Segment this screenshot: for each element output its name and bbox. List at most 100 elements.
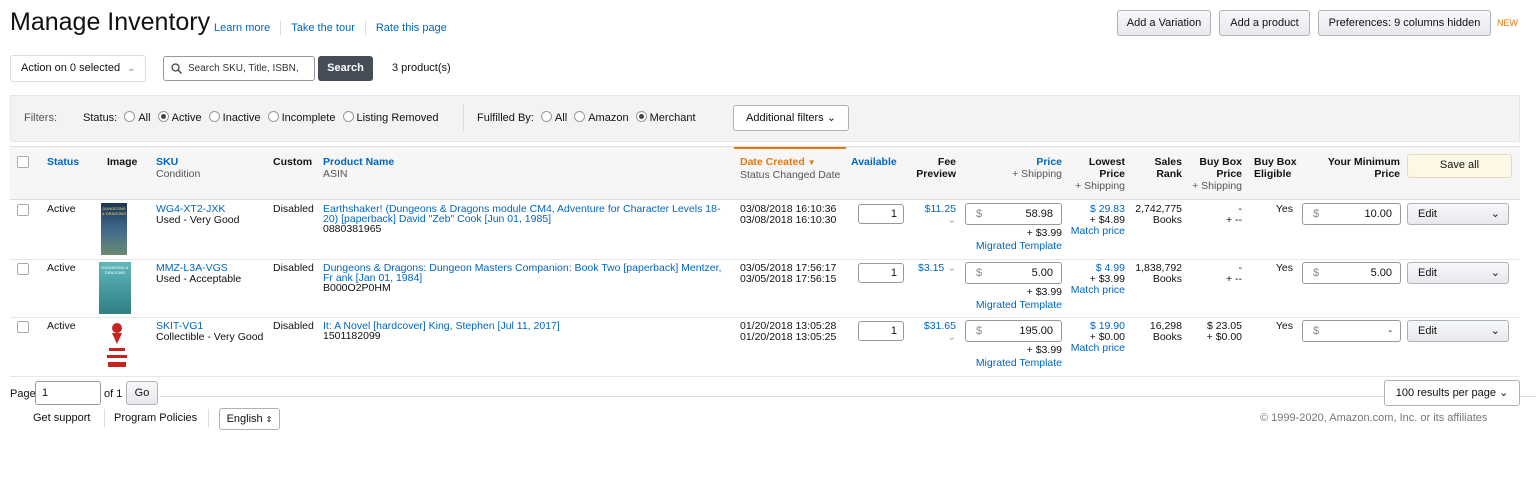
row-checkbox[interactable] <box>17 321 29 333</box>
chevron-down-icon[interactable]: ⌄ <box>947 262 956 274</box>
status-active[interactable]: Active <box>172 112 202 124</box>
page-label: Page <box>10 388 36 400</box>
min-price-value: 5.00 <box>1370 267 1392 279</box>
min-price-value: - <box>1388 325 1392 337</box>
radio-icon[interactable] <box>208 111 220 122</box>
go-button[interactable]: Go <box>126 381 158 405</box>
add-product-button[interactable]: Add a product <box>1219 10 1310 36</box>
available-input[interactable]: 1 <box>858 263 904 283</box>
col-available[interactable]: Available <box>851 156 897 168</box>
chevron-down-icon[interactable]: ⌄ <box>947 331 956 343</box>
results-per-page-select[interactable]: 100 results per page ⌄ <box>1384 380 1520 406</box>
product-thumbnail[interactable] <box>103 320 131 372</box>
radio-icon[interactable] <box>342 111 354 122</box>
edit-label: Edit <box>1418 208 1437 220</box>
col-product-name[interactable]: Product Name <box>323 156 394 168</box>
col-lowest-shipping: + Shipping <box>1075 180 1125 192</box>
row-checkbox[interactable] <box>17 204 29 216</box>
fulfilled-all[interactable]: All <box>555 112 567 124</box>
chevron-down-icon: ⌄ <box>1490 267 1500 279</box>
available-input[interactable]: 1 <box>858 204 904 224</box>
search-button[interactable]: Search <box>318 56 373 81</box>
currency-symbol: $ <box>1313 325 1320 337</box>
row-condition: Used - Acceptable <box>156 273 242 285</box>
price-value: 5.00 <box>1031 267 1053 279</box>
row-shipping: + $3.99 <box>1026 344 1062 356</box>
radio-icon[interactable] <box>124 111 136 122</box>
page-of-label: of 1 <box>104 388 123 400</box>
select-all-checkbox[interactable] <box>17 156 29 168</box>
row-asin: B000O2P0HM <box>323 282 391 294</box>
additional-filters-button[interactable]: Additional filters ⌄ <box>733 105 849 131</box>
save-all-button[interactable]: Save all <box>1407 154 1512 178</box>
radio-icon[interactable] <box>157 111 169 122</box>
filters-label: Filters: <box>24 112 57 124</box>
language-select[interactable]: English ⇕ <box>219 408 280 430</box>
status-all[interactable]: All <box>138 112 150 124</box>
fulfilled-merchant[interactable]: Merchant <box>650 112 696 124</box>
search-input[interactable]: Search SKU, Title, ISBN, <box>163 56 315 81</box>
currency-symbol: $ <box>976 267 983 279</box>
edit-button[interactable]: Edit ⌄ <box>1407 203 1509 225</box>
learn-more-link[interactable]: Learn more <box>214 22 270 34</box>
price-input[interactable]: $ 195.00 <box>965 320 1062 342</box>
col-price[interactable]: Price <box>1036 156 1062 168</box>
add-variation-button[interactable]: Add a Variation <box>1117 10 1211 36</box>
row-product-name[interactable]: Dungeons & Dragons: Dungeon Masters Comp… <box>323 262 721 284</box>
new-badge: NEW <box>1497 18 1518 28</box>
row-checkbox[interactable] <box>17 263 29 275</box>
product-thumbnail[interactable]: DUNGEONS & DRAGONS <box>101 203 127 255</box>
edit-button[interactable]: Edit ⌄ <box>1407 262 1509 284</box>
row-asin: 1501182099 <box>323 330 381 342</box>
row-rank-category: Books <box>1152 214 1182 226</box>
row-eligible: Yes <box>1275 320 1293 332</box>
row-product-name[interactable]: Earthshaker! (Dungeons & Dragons module … <box>323 203 720 225</box>
page-input[interactable]: 1 <box>35 381 101 405</box>
divider <box>104 409 105 427</box>
migrated-template-link[interactable]: Migrated Template <box>970 241 1062 252</box>
row-fee[interactable]: $3.15 <box>918 262 944 274</box>
radio-icon[interactable] <box>267 111 279 122</box>
price-input[interactable]: $ 58.98 <box>965 203 1062 225</box>
row-custom: Disabled <box>273 203 314 215</box>
available-input[interactable]: 1 <box>858 321 904 341</box>
take-tour-link[interactable]: Take the tour <box>291 22 355 34</box>
col-status[interactable]: Status <box>47 156 79 168</box>
edit-button[interactable]: Edit ⌄ <box>1407 320 1509 342</box>
program-policies-link[interactable]: Program Policies <box>114 412 197 424</box>
fulfilled-amazon[interactable]: Amazon <box>588 112 628 124</box>
match-price-link[interactable]: Match price <box>1071 284 1125 296</box>
edit-label: Edit <box>1418 267 1437 279</box>
radio-icon[interactable] <box>574 111 586 122</box>
match-price-link[interactable]: Match price <box>1071 225 1125 237</box>
it-cover-icon <box>107 323 127 367</box>
row-date-changed: 01/20/2018 13:05:25 <box>740 331 837 343</box>
chevron-down-icon[interactable]: ⌄ <box>947 214 956 226</box>
price-input[interactable]: $ 5.00 <box>965 262 1062 284</box>
radio-icon[interactable] <box>635 111 647 122</box>
fulfilled-filter: Fulfilled By: All Amazon Merchant <box>477 111 696 124</box>
col-date-created[interactable]: Date Created <box>740 156 805 168</box>
product-thumbnail[interactable]: DUNGEONS & DRAGONS <box>99 262 131 314</box>
min-price-input[interactable]: $ - <box>1302 320 1401 342</box>
col-buybox: Buy Box <box>1199 156 1242 168</box>
status-incomplete[interactable]: Incomplete <box>282 112 336 124</box>
product-count: 3 product(s) <box>392 62 451 74</box>
min-price-input[interactable]: $ 10.00 <box>1302 203 1401 225</box>
get-support-link[interactable]: Get support <box>33 412 90 424</box>
rate-page-link[interactable]: Rate this page <box>376 22 447 34</box>
match-price-link[interactable]: Match price <box>1071 342 1125 354</box>
status-inactive[interactable]: Inactive <box>223 112 261 124</box>
col-custom: Custom <box>273 156 313 168</box>
min-price-input[interactable]: $ 5.00 <box>1302 262 1401 284</box>
col-fee: Fee <box>937 156 956 168</box>
row-date-changed: 03/05/2018 17:56:15 <box>740 273 837 285</box>
migrated-template-link[interactable]: Migrated Template <box>970 358 1062 369</box>
migrated-template-link[interactable]: Migrated Template <box>970 300 1062 311</box>
status-listing-removed[interactable]: Listing Removed <box>357 112 439 124</box>
col-sku[interactable]: SKU <box>156 156 178 168</box>
radio-icon[interactable] <box>540 111 552 122</box>
action-select[interactable]: Action on 0 selected ⌄ <box>10 55 146 82</box>
preferences-button[interactable]: Preferences: 9 columns hidden <box>1318 10 1491 36</box>
col-min-price: Your Minimum <box>1327 156 1400 168</box>
